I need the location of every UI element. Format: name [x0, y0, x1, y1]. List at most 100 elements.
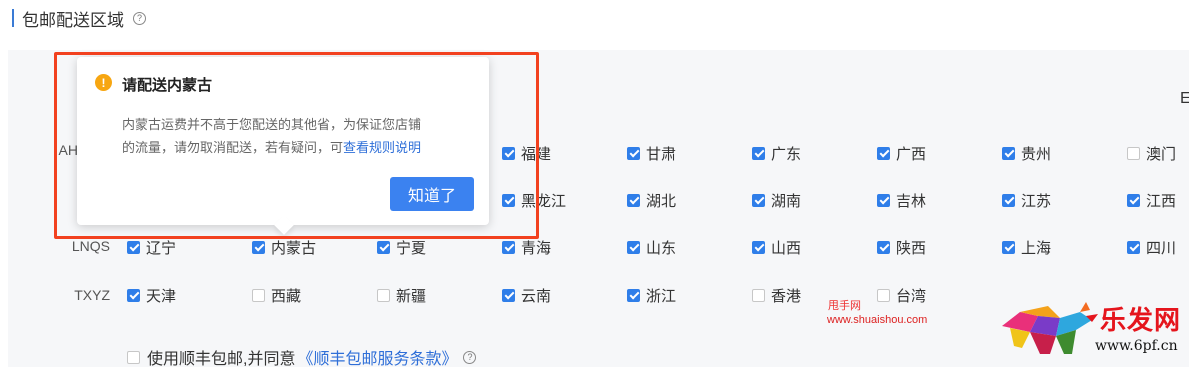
province-checkbox[interactable]: 山西 [752, 237, 801, 257]
sf-agree-row: 使用顺丰包邮,并同意 《顺丰包邮服务条款》 ? [127, 345, 477, 367]
province-label: 西藏 [271, 287, 302, 305]
checkbox-box[interactable] [377, 240, 390, 254]
province-label: 新疆 [396, 287, 427, 305]
checkbox-box[interactable] [1127, 240, 1140, 254]
checkbox-box[interactable] [127, 288, 140, 302]
checkbox-box[interactable] [752, 193, 765, 207]
province-label: 青海 [521, 239, 552, 257]
province-checkbox[interactable]: 吉林 [877, 190, 926, 210]
confirm-popover: ! 请配送内蒙古 内蒙古运费并不高于您配送的其他省，为保证您店铺 的流量，请勿取… [77, 57, 489, 235]
province-checkbox[interactable]: 浙江 [627, 285, 676, 305]
province-checkbox[interactable]: 贵州 [1002, 143, 1051, 163]
province-label: 山东 [646, 239, 677, 257]
province-checkbox[interactable]: 甘肃 [627, 143, 676, 163]
checkbox-box[interactable] [127, 240, 140, 254]
province-checkbox[interactable]: 江苏 [1002, 190, 1051, 210]
province-checkbox[interactable]: 陕西 [877, 237, 926, 257]
province-label: 黑龙江 [521, 192, 567, 210]
checkbox-box[interactable] [627, 240, 640, 254]
watermark-shuaishou-name: 甩手网 [828, 300, 861, 312]
checkbox-box[interactable] [877, 240, 890, 254]
checkbox-box[interactable] [502, 240, 515, 254]
province-label: 台湾 [896, 287, 927, 305]
province-checkbox[interactable]: 天津 [127, 285, 176, 305]
row-label-txyz: TXYZ [74, 287, 110, 303]
checkbox-box[interactable] [502, 288, 515, 302]
watermark-shuaishou-url: www.shuaishou.com [827, 314, 928, 326]
province-checkbox[interactable]: 黑龙江 [502, 190, 566, 210]
province-checkbox[interactable]: 西藏 [252, 285, 301, 305]
province-checkbox[interactable]: 广东 [752, 143, 801, 163]
province-label: 云南 [521, 287, 552, 305]
warning-icon: ! [95, 74, 112, 91]
province-checkbox[interactable]: 内蒙古 [252, 237, 316, 257]
province-label: 广东 [771, 145, 802, 163]
checkbox-box[interactable] [1127, 193, 1140, 207]
province-checkbox[interactable]: 新疆 [377, 285, 426, 305]
province-checkbox[interactable]: 四川 [1127, 237, 1176, 257]
province-label: 江西 [1146, 192, 1177, 210]
province-checkbox[interactable]: 台湾 [877, 285, 926, 305]
province-label: 福建 [521, 145, 552, 163]
checkbox-box[interactable] [1127, 146, 1140, 160]
province-label: 内蒙古 [271, 239, 317, 257]
checkbox-box[interactable] [627, 193, 640, 207]
checkbox-box[interactable] [752, 240, 765, 254]
checkbox-box[interactable] [252, 240, 265, 254]
popover-message-line2: 的流量，请勿取消配送，若有疑问，可 [122, 140, 344, 155]
province-label: 江苏 [1021, 192, 1052, 210]
checkbox-box[interactable] [627, 146, 640, 160]
checkbox-box[interactable] [627, 288, 640, 302]
checkbox-box[interactable] [877, 193, 890, 207]
province-checkbox[interactable]: 宁夏 [377, 237, 426, 257]
checkbox-box[interactable] [752, 288, 765, 302]
province-checkbox[interactable]: 辽宁 [127, 237, 176, 257]
province-label: 天津 [146, 287, 177, 305]
province-checkbox[interactable]: 上海 [1002, 237, 1051, 257]
checkbox-box[interactable] [752, 146, 765, 160]
province-checkbox[interactable]: 云南 [502, 285, 551, 305]
province-checkbox[interactable]: 福建 [502, 143, 551, 163]
province-checkbox[interactable]: 湖南 [752, 190, 801, 210]
province-checkbox[interactable]: 青海 [502, 237, 551, 257]
row-label-ah: AH [58, 142, 78, 158]
province-checkbox[interactable]: 香港 [752, 285, 801, 305]
ok-button[interactable]: 知道了 [390, 177, 474, 211]
province-checkbox[interactable]: 江西 [1127, 190, 1176, 210]
right-edge-text: E [1180, 90, 1189, 107]
province-label: 香港 [771, 287, 802, 305]
province-label: 贵州 [1021, 145, 1052, 163]
checkbox-box[interactable] [502, 193, 515, 207]
province-checkbox[interactable]: 山东 [627, 237, 676, 257]
province-label: 宁夏 [396, 239, 427, 257]
checkbox-box[interactable] [1002, 193, 1015, 207]
checkbox-box[interactable] [877, 146, 890, 160]
question-circle-icon[interactable]: ? [463, 350, 477, 364]
checkbox-box[interactable] [1002, 146, 1015, 160]
popover-message-line1: 内蒙古运费并不高于您配送的其他省，为保证您店铺 [122, 117, 422, 132]
province-checkbox[interactable]: 湖北 [627, 190, 676, 210]
province-checkbox[interactable]: 广西 [877, 143, 926, 163]
view-rules-link[interactable]: 查看规则说明 [343, 140, 421, 155]
province-label: 山西 [771, 239, 802, 257]
province-label: 甘肃 [646, 145, 677, 163]
section-title: 包邮配送区域 [22, 10, 124, 30]
checkbox-box[interactable] [252, 288, 265, 302]
checkbox-box[interactable] [1002, 240, 1015, 254]
province-label: 湖南 [771, 192, 802, 210]
checkbox-box[interactable] [877, 288, 890, 302]
watermark-site: www.6pf.cn [1095, 338, 1178, 354]
question-circle-icon[interactable]: ? [133, 11, 146, 25]
sf-terms-link[interactable]: 《顺丰包邮服务条款》 [297, 345, 457, 367]
province-checkbox[interactable]: 澳门 [1127, 143, 1176, 163]
province-label: 四川 [1146, 239, 1177, 257]
checkbox-box[interactable] [502, 146, 515, 160]
row-label-lnqs: LNQS [71, 238, 110, 254]
bull-logo-icon [1002, 302, 1098, 354]
popover-message: 内蒙古运费并不高于您配送的其他省，为保证您店铺 的流量，请勿取消配送，若有疑问，… [122, 113, 477, 159]
checkbox-box[interactable] [377, 288, 390, 302]
popover-title: 请配送内蒙古 [122, 77, 213, 94]
sf-agree-checkbox[interactable] [127, 350, 140, 364]
watermark-brand: 乐发网 [1100, 306, 1182, 336]
province-label: 湖北 [646, 192, 677, 210]
